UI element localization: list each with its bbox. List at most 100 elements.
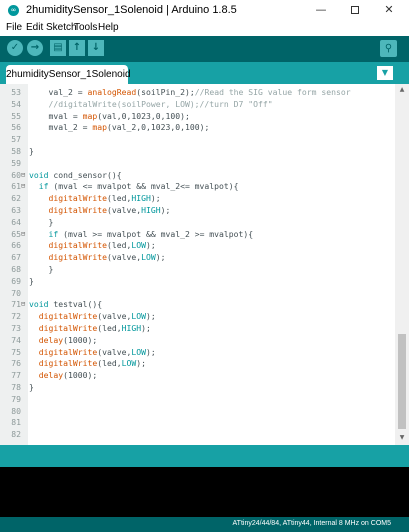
line-number: 77 — [11, 370, 21, 381]
code-text: //digitalWrite(soilPower, LOW);//turn D7… — [48, 98, 273, 109]
line-number: 63 — [11, 205, 21, 215]
code-text: delay(1000); — [38, 334, 98, 345]
line-number: 66 — [11, 240, 21, 251]
toolbar: ✓ → ▤ ↑ ↓ ⚲ — [0, 36, 409, 62]
code-line: 79 — [0, 393, 394, 405]
line-number: 67 — [11, 252, 21, 263]
code-line: 57 — [0, 133, 394, 145]
line-number: 70 — [11, 287, 21, 298]
line-number: 81 — [11, 417, 21, 428]
code-line: 59 — [0, 157, 394, 169]
fold-toggle-icon[interactable]: ⊟ — [21, 298, 28, 310]
vertical-scrollbar[interactable]: ▲ ▼ — [395, 84, 409, 445]
code-line: 54 //digitalWrite(soilPower, LOW);//turn… — [0, 98, 394, 110]
code-text: } — [29, 382, 34, 392]
console-output[interactable] — [0, 467, 409, 517]
line-number: 82 — [11, 429, 21, 440]
scroll-thumb[interactable] — [398, 334, 406, 429]
menu-sketch[interactable]: Sketch — [46, 22, 77, 33]
line-number: 58 — [11, 146, 21, 156]
code-line: 56 mval_2 = map(val_2,0,1023,0,100); — [0, 121, 394, 133]
menu-file[interactable]: File — [6, 22, 22, 33]
code-line: 69} — [0, 275, 394, 287]
code-line: 76 digitalWrite(led,LOW); — [0, 357, 394, 369]
code-line: 73 digitalWrite(led,HIGH); — [0, 322, 394, 334]
code-text: delay(1000); — [38, 370, 98, 381]
code-text: void testval(){ — [29, 299, 103, 310]
serial-monitor-button[interactable]: ⚲ — [380, 40, 397, 57]
code-line: 82 — [0, 428, 394, 440]
menu-tools[interactable]: Tools — [74, 22, 97, 33]
code-line: 58} — [0, 145, 394, 157]
code-line: 67 digitalWrite(valve,LOW); — [0, 251, 394, 263]
line-number: 79 — [11, 393, 21, 404]
tab-menu-button[interactable]: ▼ — [377, 66, 393, 80]
scroll-down-icon[interactable]: ▼ — [398, 434, 406, 441]
code-text: digitalWrite(valve,HIGH); — [48, 205, 171, 215]
code-text: digitalWrite(valve,LOW); — [38, 311, 156, 322]
close-button[interactable]: ✕ — [374, 0, 404, 20]
code-line: 63 digitalWrite(valve,HIGH); — [0, 204, 394, 216]
line-number: 56 — [11, 122, 21, 133]
line-number: 71 — [11, 299, 21, 310]
code-line: 70 — [0, 287, 394, 299]
line-number: 60 — [11, 169, 21, 180]
line-number: 65 — [11, 228, 21, 239]
code-text: } — [29, 146, 34, 156]
code-text: digitalWrite(led,LOW); — [38, 358, 146, 369]
open-button[interactable]: ↑ — [69, 40, 85, 56]
scroll-up-icon[interactable]: ▲ — [398, 86, 406, 93]
code-line: 71 ⊟ void testval(){ — [0, 298, 394, 310]
new-button[interactable]: ▤ — [50, 40, 66, 56]
fold-toggle-icon[interactable]: ⊟ — [21, 169, 28, 181]
code-text: digitalWrite(led,LOW); — [48, 240, 156, 251]
line-number: 53 — [11, 87, 21, 97]
code-line: 74 delay(1000); — [0, 334, 394, 346]
maximize-button[interactable] — [340, 0, 370, 20]
line-number: 72 — [11, 311, 21, 322]
line-number: 62 — [11, 193, 21, 204]
code-text: mval = map(val,0,1023,0,100); — [29, 110, 190, 121]
line-number: 69 — [11, 275, 21, 286]
code-line: 65 ⊟ if (mval >= mvalpot && mval_2 >= mva… — [0, 228, 394, 240]
status-bar — [0, 445, 409, 467]
line-number: 80 — [11, 405, 21, 416]
code-line: 72 digitalWrite(valve,LOW); — [0, 310, 394, 322]
line-number: 54 — [11, 98, 21, 109]
board-info: ATtiny24/44/84, ATtiny44, Internal 8 MHz… — [232, 520, 391, 527]
code-line: 68 } — [0, 263, 394, 275]
footer-bar: ATtiny24/44/84, ATtiny44, Internal 8 MHz… — [0, 517, 409, 532]
upload-button[interactable]: → — [27, 40, 43, 56]
line-number: 68 — [11, 264, 21, 274]
fold-toggle-icon[interactable]: ⊟ — [21, 180, 28, 192]
code-line: 75 digitalWrite(valve,LOW); — [0, 346, 394, 358]
tab-sketch[interactable]: 2humiditySensor_1Solenoid — [6, 65, 131, 84]
line-number: 61 — [11, 181, 21, 192]
line-number: 78 — [11, 382, 21, 392]
code-text: if (mval >= mvalpot && mval_2 >= mvalpot… — [48, 228, 254, 239]
line-number: 59 — [11, 157, 21, 168]
fold-toggle-icon[interactable]: ⊟ — [21, 228, 28, 240]
line-number: 75 — [11, 346, 21, 357]
code-line: 55 mval = map(val,0,1023,0,100); — [0, 110, 394, 122]
menu-help[interactable]: Help — [98, 22, 119, 33]
code-line: 80 — [0, 405, 394, 417]
code-line: 66 digitalWrite(led,LOW); — [0, 239, 394, 251]
maximize-icon — [351, 6, 359, 14]
code-line: 53 val_2 = analogRead(soilPin_2);//Read … — [0, 86, 394, 98]
code-text: val_2 = analogRead(soilPin_2);//Read the… — [29, 87, 351, 97]
code-text: digitalWrite(valve,LOW); — [48, 252, 166, 263]
verify-button[interactable]: ✓ — [7, 40, 23, 56]
line-number: 76 — [11, 358, 21, 369]
menu-bar: File Edit Sketch Tools Help — [0, 20, 409, 36]
code-editor[interactable]: 53 val_2 = analogRead(soilPin_2);//Read … — [0, 84, 409, 445]
window-title: 2humiditySensor_1Solenoid | Arduino 1.8.… — [26, 4, 237, 16]
minimize-button[interactable]: — — [306, 0, 336, 20]
code-line: 61 ⊟ if (mval <= mvalpot && mval_2<= mval… — [0, 180, 394, 192]
line-number: 64 — [11, 216, 21, 227]
menu-edit[interactable]: Edit — [26, 22, 43, 33]
code-line: 81 — [0, 416, 394, 428]
line-number: 74 — [11, 334, 21, 345]
save-button[interactable]: ↓ — [88, 40, 104, 56]
code-text: mval_2 = map(val_2,0,1023,0,100); — [29, 122, 210, 133]
